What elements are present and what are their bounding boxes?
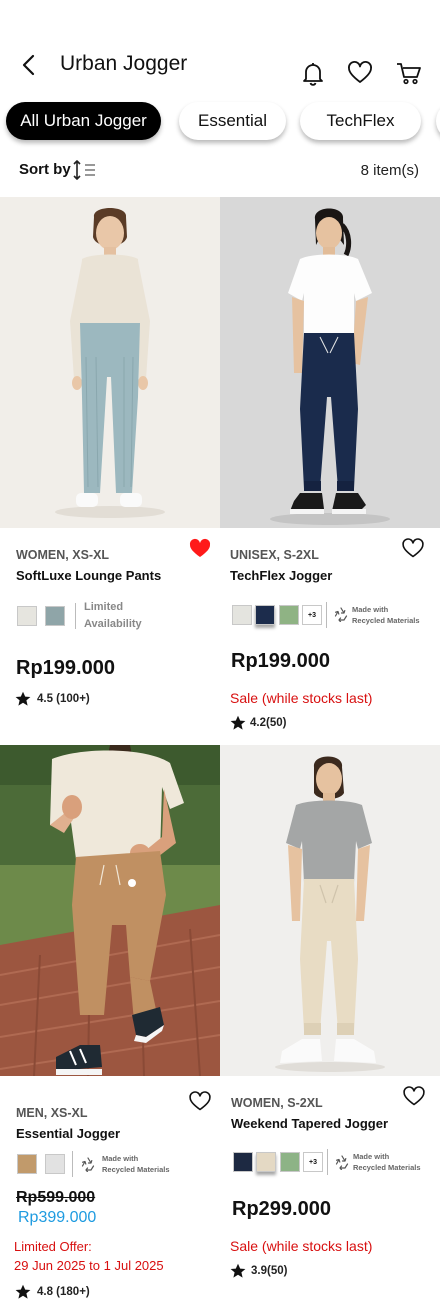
discount-price: Rp399.000 [18, 1209, 97, 1226]
bell-icon[interactable] [300, 60, 326, 86]
chip-more[interactable] [436, 102, 440, 140]
star-icon [230, 1263, 246, 1278]
recycled-materials-label: Made with Recycled Materials [352, 604, 420, 626]
recycle-icon [335, 1155, 349, 1170]
more-colors-badge[interactable]: +3 [303, 1152, 323, 1172]
category-filter-chips: All Urban Jogger Essential TechFlex [0, 100, 440, 150]
color-swatch[interactable] [45, 606, 65, 626]
color-swatch[interactable] [45, 1154, 65, 1174]
color-swatch[interactable] [232, 605, 252, 625]
eco-line: Made with [352, 605, 389, 614]
product-price: Rp299.000 [232, 1198, 331, 1220]
product-name[interactable]: TechFlex Jogger [230, 568, 332, 583]
eco-line: Recycled Materials [352, 616, 420, 625]
favorite-heart-icon[interactable] [189, 1091, 211, 1111]
sort-icon[interactable] [72, 159, 98, 181]
divider [72, 1151, 73, 1177]
product-card[interactable]: WOMEN, S-2XL Weekend Tapered Jogger +3 M… [220, 745, 440, 1312]
color-swatch[interactable] [17, 1154, 37, 1174]
chip-all-urban-jogger[interactable]: All Urban Jogger [6, 102, 161, 140]
product-image[interactable] [0, 745, 220, 1076]
product-image[interactable] [0, 197, 220, 528]
product-category: MEN, XS-XL [16, 1106, 88, 1120]
color-swatch[interactable] [279, 605, 299, 625]
product-image[interactable] [220, 197, 440, 528]
sale-label: Sale (while stocks last) [230, 690, 373, 706]
eco-line: Recycled Materials [353, 1163, 421, 1172]
sort-button[interactable]: Sort by [19, 161, 71, 178]
product-category: UNISEX, S-2XL [230, 548, 319, 562]
rating-value: 4.8 (180+) [37, 1286, 90, 1298]
sort-bar: Sort by 8 item(s) [0, 155, 440, 189]
limited-availability-note: Limited Availability [84, 599, 164, 633]
divider [326, 602, 327, 628]
color-swatch-selected[interactable] [255, 605, 275, 625]
favorite-heart-filled-icon[interactable] [189, 538, 211, 558]
cart-icon[interactable] [396, 60, 422, 86]
chip-techflex[interactable]: TechFlex [300, 102, 421, 140]
favorite-heart-icon[interactable] [403, 1086, 425, 1106]
product-category: WOMEN, XS-XL [16, 548, 110, 562]
product-name[interactable]: Essential Jogger [16, 1126, 120, 1141]
sale-label: Sale (while stocks last) [230, 1238, 373, 1254]
recycled-materials-label: Made with Recycled Materials [353, 1151, 421, 1173]
product-price: Rp199.000 [16, 657, 115, 679]
more-colors-badge[interactable]: +3 [302, 605, 322, 625]
limited-line: Availability [84, 618, 142, 630]
original-price: Rp599.000 [16, 1189, 96, 1206]
eco-line: Recycled Materials [102, 1165, 170, 1174]
item-count: 8 item(s) [360, 162, 419, 179]
limited-offer-note: Limited Offer: 29 Jun 2025 to 1 Jul 2025 [14, 1237, 164, 1275]
product-name[interactable]: Weekend Tapered Jogger [231, 1116, 388, 1131]
divider [75, 603, 76, 629]
color-swatch[interactable] [17, 606, 37, 626]
product-category: WOMEN, S-2XL [231, 1096, 323, 1110]
color-swatch-selected[interactable] [256, 1152, 276, 1172]
rating-value: 3.9(50) [251, 1265, 288, 1277]
recycle-icon [334, 607, 348, 622]
divider [327, 1149, 328, 1175]
product-card[interactable]: UNISEX, S-2XL TechFlex Jogger +3 Made wi… [220, 197, 440, 745]
product-card[interactable]: MEN, XS-XL Essential Jogger Made with Re… [0, 745, 220, 1312]
product-price: Rp199.000 [231, 650, 330, 672]
chip-essential[interactable]: Essential [179, 102, 286, 140]
star-icon [230, 715, 246, 730]
back-arrow-icon[interactable] [18, 52, 40, 78]
rating-value: 4.5 (100+) [37, 693, 90, 705]
limited-line: Limited [84, 601, 124, 613]
page-title: Urban Jogger [60, 52, 188, 75]
star-icon [15, 1284, 31, 1299]
color-swatch[interactable] [233, 1152, 253, 1172]
recycle-icon [81, 1157, 95, 1172]
recycled-materials-label: Made with Recycled Materials [102, 1153, 170, 1175]
rating-value: 4.2(50) [250, 717, 287, 729]
eco-line: Made with [353, 1152, 390, 1161]
star-icon [15, 691, 31, 706]
offer-line: Limited Offer: [14, 1239, 92, 1254]
product-card[interactable]: WOMEN, XS-XL SoftLuxe Lounge Pants Limit… [0, 197, 220, 745]
offer-line: 29 Jun 2025 to 1 Jul 2025 [14, 1258, 164, 1273]
product-name[interactable]: SoftLuxe Lounge Pants [16, 568, 161, 583]
wishlist-heart-icon[interactable] [347, 60, 373, 86]
favorite-heart-icon[interactable] [402, 538, 424, 558]
product-image[interactable] [220, 745, 440, 1076]
eco-line: Made with [102, 1154, 139, 1163]
color-swatch[interactable] [280, 1152, 300, 1172]
top-bar: Urban Jogger [0, 0, 440, 100]
